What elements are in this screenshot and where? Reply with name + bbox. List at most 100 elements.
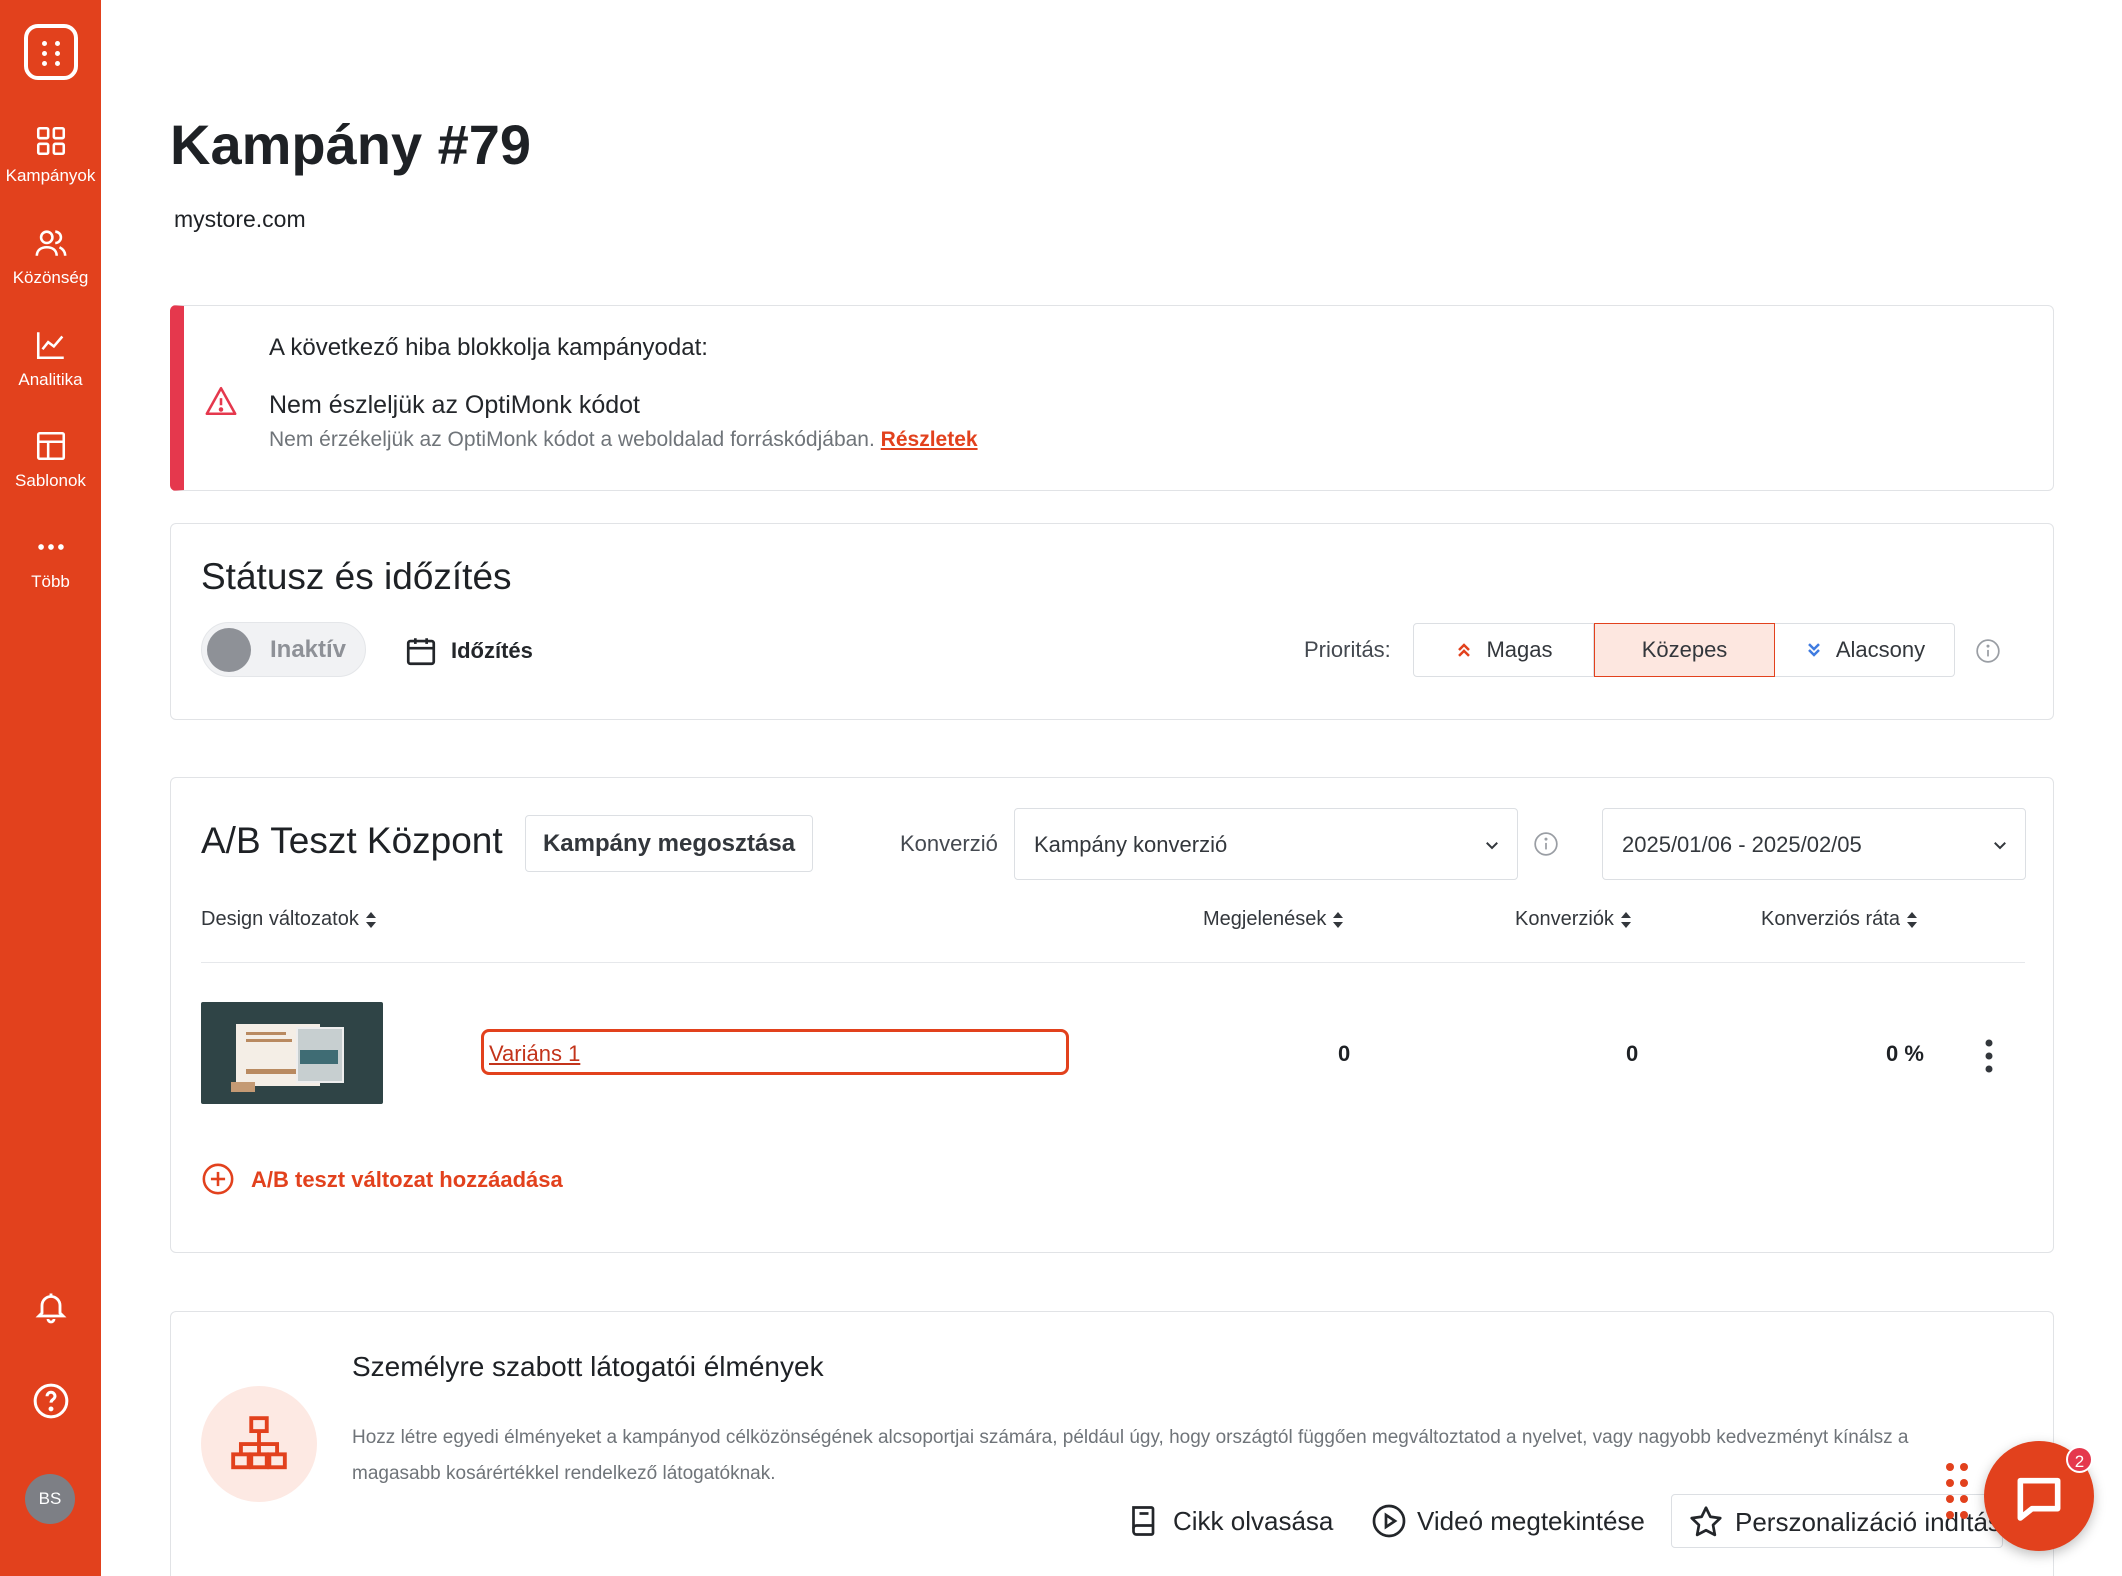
read-article-label: Cikk olvasása <box>1173 1506 1334 1536</box>
timing-button[interactable]: Időzítés <box>404 634 533 673</box>
column-header-variants[interactable]: Design változatok <box>201 908 377 931</box>
star-icon <box>1690 1506 1722 1537</box>
thumbnail-text-line <box>246 1039 292 1042</box>
thumbnail-accent <box>231 1082 255 1092</box>
sidebar-item-analytics[interactable]: Analitika <box>0 328 101 390</box>
sidebar-item-label: Kampányok <box>5 166 96 185</box>
chat-drag-handle[interactable] <box>1946 1463 1968 1521</box>
divider <box>201 962 2025 963</box>
thumbnail-text-line <box>246 1032 286 1035</box>
sidebar: Kampányok Közönség Analitika Sablonok Tö… <box>0 0 101 1576</box>
conversion-label: Konverzió <box>900 831 998 856</box>
conversion-select[interactable]: Kampány konverzió <box>1014 808 1518 880</box>
sidebar-item-label: Közönség <box>12 268 89 287</box>
priority-high-button[interactable]: Magas <box>1413 623 1594 677</box>
alert-heading: A következő hiba blokkolja kampányodat: <box>269 334 708 361</box>
sort-icon <box>1906 911 1917 928</box>
add-variant-button[interactable]: A/B teszt változat hozzáadása <box>201 1162 563 1201</box>
column-header-impressions[interactable]: Megjelenések <box>1203 908 1344 931</box>
thumbnail-image-detail <box>300 1050 338 1064</box>
priority-medium-button[interactable]: Közepes <box>1594 623 1775 677</box>
details-link[interactable]: Részletek <box>881 428 978 451</box>
status-section-title: Státusz és időzítés <box>201 556 512 597</box>
sidebar-item-audience[interactable]: Közönség <box>0 226 101 288</box>
sidebar-item-campaigns[interactable]: Kampányok <box>0 124 101 186</box>
column-header-label: Megjelenések <box>1203 908 1327 930</box>
help-icon <box>33 1383 68 1419</box>
column-header-label: Konverziók <box>1515 908 1614 930</box>
priority-label: Prioritás: <box>1304 637 1391 662</box>
column-header-label: Design változatok <box>201 908 359 930</box>
variant-thumbnail[interactable] <box>201 1002 383 1104</box>
conversion-rate-value: 0 % <box>1886 1041 1924 1066</box>
sidebar-item-label: Több <box>31 572 70 591</box>
alert-title: Nem észleljük az OptiMonk kódot <box>269 391 640 419</box>
read-article-button[interactable]: Cikk olvasása <box>1126 1494 1333 1548</box>
help-button[interactable] <box>0 1382 101 1420</box>
error-alert: A következő hiba blokkolja kampányodat: … <box>170 305 2054 491</box>
priority-medium-label: Közepes <box>1641 637 1728 662</box>
status-card: Státusz és időzítés Inaktív Időzítés Pri… <box>170 523 2054 720</box>
warning-icon <box>205 386 237 416</box>
info-icon[interactable] <box>1975 638 2001 664</box>
alert-description-text: Nem érzékeljük az OptiMonk kódot a webol… <box>269 428 875 451</box>
more-icon <box>37 544 64 550</box>
sort-icon <box>365 911 376 928</box>
sidebar-item-label: Sablonok <box>15 471 86 490</box>
column-header-conversions[interactable]: Konverziók <box>1515 908 1632 931</box>
column-header-label: Konverziós ráta <box>1761 908 1900 930</box>
chevron-double-down-icon <box>1807 643 1820 657</box>
personalization-illustration <box>201 1386 317 1502</box>
plus-circle-icon <box>202 1163 234 1195</box>
column-header-conversion-rate[interactable]: Konverziós ráta <box>1761 908 1918 931</box>
page-title: Kampány #79 <box>170 113 532 176</box>
conversions-value: 0 <box>1626 1041 1639 1066</box>
ab-section-title: A/B Teszt Központ <box>201 820 503 861</box>
priority-high-label: Magas <box>1486 637 1553 662</box>
priority-low-button[interactable]: Alacsony <box>1775 623 1955 677</box>
grid-icon <box>36 126 65 156</box>
info-icon[interactable] <box>1533 831 1559 857</box>
conversion-select-value: Kampány konverzió <box>1034 832 1228 857</box>
personalization-title: Személyre szabott látogatói élmények <box>352 1351 824 1382</box>
avatar[interactable]: BS <box>25 1474 75 1524</box>
users-icon <box>35 230 66 256</box>
priority-selector: Magas Közepes Alacsony <box>1413 623 1955 677</box>
notifications-button[interactable] <box>0 1289 101 1325</box>
chevron-down-icon <box>1994 842 2006 850</box>
layout-icon <box>36 431 65 461</box>
sidebar-item-templates[interactable]: Sablonok <box>0 429 101 491</box>
share-campaign-button[interactable]: Kampány megosztása <box>525 815 813 872</box>
toggle-label: Inaktív <box>270 636 347 663</box>
status-toggle[interactable]: Inaktív <box>201 622 366 677</box>
chat-unread-badge: 2 <box>2066 1446 2093 1473</box>
personalization-card: Személyre szabott látogatói élmények Hoz… <box>170 1311 2054 1576</box>
sort-icon <box>1620 911 1631 928</box>
chevron-double-up-icon <box>1458 643 1471 657</box>
chart-icon <box>36 332 64 360</box>
book-icon <box>1132 1506 1155 1536</box>
calendar-icon <box>406 638 436 666</box>
priority-low-label: Alacsony <box>1835 637 1926 662</box>
add-variant-label: A/B teszt változat hozzáadása <box>251 1167 563 1192</box>
alert-description: Nem érzékeljük az OptiMonk kódot a webol… <box>269 428 978 452</box>
campaign-domain: mystore.com <box>174 206 306 232</box>
toggle-knob <box>207 628 251 672</box>
bell-icon <box>35 1293 66 1324</box>
watch-video-button[interactable]: Videó megtekintése <box>1371 1494 1656 1548</box>
variant-name-field[interactable]: Variáns 1 <box>481 1029 1069 1075</box>
hierarchy-icon <box>231 1416 287 1470</box>
chat-icon <box>2017 1477 2061 1521</box>
sidebar-item-more[interactable]: Több <box>0 530 101 592</box>
date-range-value: 2025/01/06 - 2025/02/05 <box>1622 832 1862 857</box>
optimonk-logo[interactable] <box>24 24 78 80</box>
kebab-menu-icon[interactable] <box>1979 1036 1999 1076</box>
sort-icon <box>1333 911 1344 928</box>
ab-test-card: A/B Teszt Központ Kampány megosztása Kon… <box>170 777 2054 1253</box>
play-circle-icon <box>1372 1504 1406 1538</box>
timing-label: Időzítés <box>451 638 533 663</box>
variant-link[interactable]: Variáns 1 <box>489 1041 580 1067</box>
date-range-select[interactable]: 2025/01/06 - 2025/02/05 <box>1602 808 2026 880</box>
watch-video-label: Videó megtekintése <box>1417 1506 1645 1536</box>
impressions-value: 0 <box>1338 1041 1351 1066</box>
